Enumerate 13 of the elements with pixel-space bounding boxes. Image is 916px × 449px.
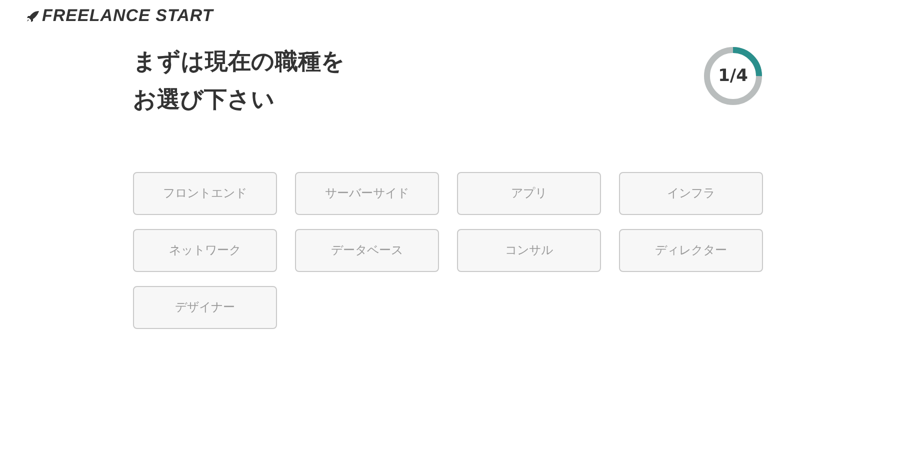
page-heading: まずは現在の職種を お選び下さい (133, 48, 345, 115)
option-button[interactable]: デザイナー (133, 286, 277, 329)
option-button[interactable]: コンサル (457, 229, 601, 272)
logo-text: FREELANCE START (42, 6, 214, 26)
option-button[interactable]: サーバーサイド (295, 172, 439, 215)
progress-ring: 1/4 (703, 46, 763, 106)
option-button[interactable]: ネットワーク (133, 229, 277, 272)
rocket-icon (26, 10, 40, 22)
option-button[interactable]: ディレクター (619, 229, 763, 272)
option-button[interactable]: インフラ (619, 172, 763, 215)
option-button[interactable]: フロントエンド (133, 172, 277, 215)
option-button[interactable]: データベース (295, 229, 439, 272)
option-button[interactable]: アプリ (457, 172, 601, 215)
